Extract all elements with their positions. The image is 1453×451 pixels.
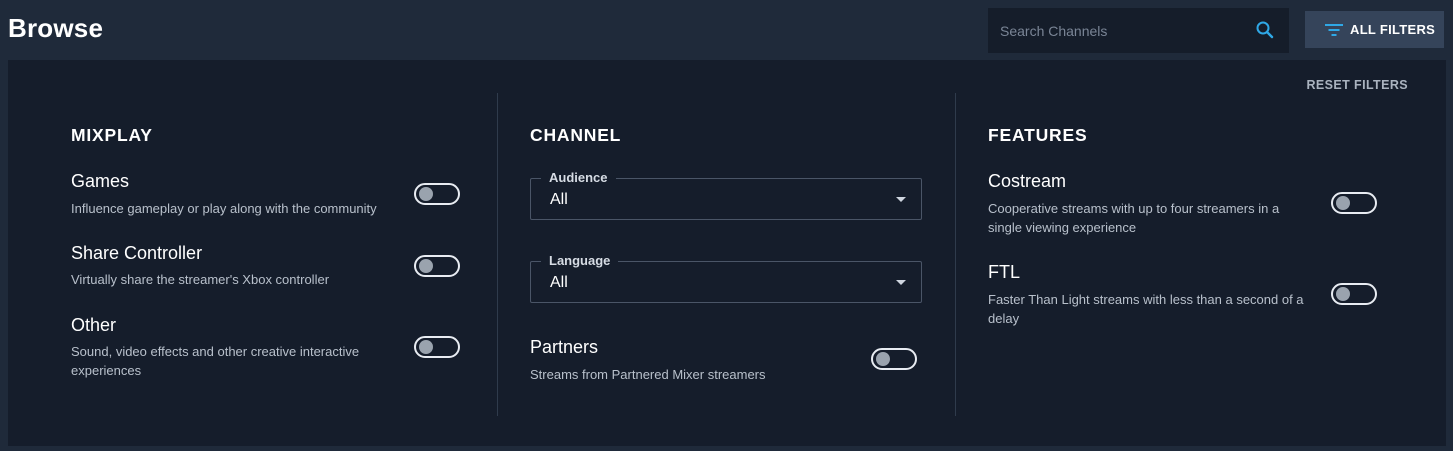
all-filters-button[interactable]: ALL FILTERS [1305, 11, 1444, 48]
reset-filters-button[interactable]: RESET FILTERS [1306, 78, 1408, 92]
option-games-title: Games [71, 171, 130, 191]
top-bar: Browse ALL FILTERS [0, 0, 1453, 58]
filters-panel: RESET FILTERS MIXPLAY Games Influence ga… [8, 60, 1446, 446]
column-divider [955, 93, 956, 416]
option-ftl-title: FTL [988, 262, 1021, 282]
column-divider [497, 93, 498, 416]
toggle-knob [419, 187, 433, 201]
toggle-knob [876, 352, 890, 366]
search-box[interactable] [988, 8, 1289, 53]
chevron-down-icon [896, 280, 906, 285]
toggle-knob [1336, 287, 1350, 301]
share-controller-toggle[interactable] [414, 255, 460, 277]
audience-select[interactable]: Audience All [530, 170, 922, 220]
option-costream-title: Costream [988, 171, 1067, 191]
filter-icon [1325, 23, 1343, 36]
channel-section-title: CHANNEL [530, 125, 622, 145]
mixplay-section-title: MIXPLAY [71, 125, 153, 145]
costream-toggle[interactable] [1331, 192, 1377, 214]
audience-select-value: All [550, 191, 568, 208]
option-partners-title: Partners [530, 337, 599, 357]
toggle-knob [419, 340, 433, 354]
option-share-controller-title: Share Controller [71, 243, 203, 263]
chevron-down-icon [896, 197, 906, 202]
ftl-toggle[interactable] [1331, 283, 1377, 305]
option-other-description: Sound, video effects and other creative … [71, 344, 360, 378]
other-toggle[interactable] [414, 336, 460, 358]
search-input[interactable] [988, 8, 1238, 53]
toggle-knob [1336, 196, 1350, 210]
toggle-knob [419, 259, 433, 273]
option-games-description: Influence gameplay or play along with th… [71, 201, 377, 216]
language-select[interactable]: Language All [530, 253, 922, 303]
partners-toggle[interactable] [871, 348, 917, 370]
audience-select-label: Audience [541, 170, 616, 186]
search-icon[interactable] [1255, 20, 1275, 40]
features-section-title: FEATURES [988, 125, 1088, 145]
all-filters-label: ALL FILTERS [1350, 22, 1436, 37]
option-share-controller-description: Virtually share the streamer's Xbox cont… [71, 272, 330, 287]
page-title: Browse [8, 13, 104, 43]
option-costream-description: Cooperative streams with up to four stre… [988, 201, 1280, 235]
option-ftl-description: Faster Than Light streams with less than… [988, 292, 1304, 326]
option-other-title: Other [71, 315, 117, 335]
option-partners-description: Streams from Partnered Mixer streamers [530, 367, 766, 382]
language-select-label: Language [541, 253, 619, 269]
language-select-value: All [550, 274, 568, 291]
games-toggle[interactable] [414, 183, 460, 205]
